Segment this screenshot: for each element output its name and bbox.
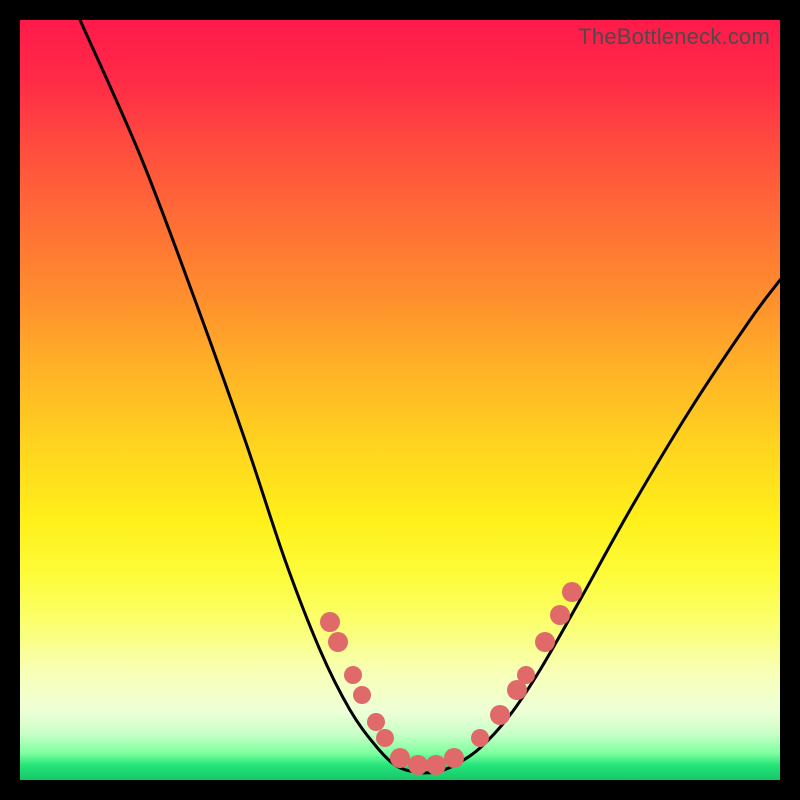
curve-marker — [426, 755, 446, 775]
curve-marker — [444, 748, 464, 768]
curve-marker — [562, 582, 582, 602]
bottleneck-curve — [80, 20, 780, 773]
curve-marker — [353, 686, 371, 704]
curve-marker — [408, 755, 428, 775]
curve-marker — [471, 729, 489, 747]
curve-marker — [344, 666, 362, 684]
curve-marker — [535, 632, 555, 652]
curve-marker — [550, 605, 570, 625]
curve-marker — [390, 748, 410, 768]
curve-marker — [320, 612, 340, 632]
curve-marker — [517, 666, 535, 684]
chart-frame: TheBottleneck.com — [20, 20, 780, 780]
curve-marker — [328, 632, 348, 652]
curve-marker — [367, 713, 385, 731]
curve-markers — [320, 582, 582, 775]
curve-marker — [376, 729, 394, 747]
curve-marker — [490, 705, 510, 725]
chart-svg — [20, 20, 780, 780]
